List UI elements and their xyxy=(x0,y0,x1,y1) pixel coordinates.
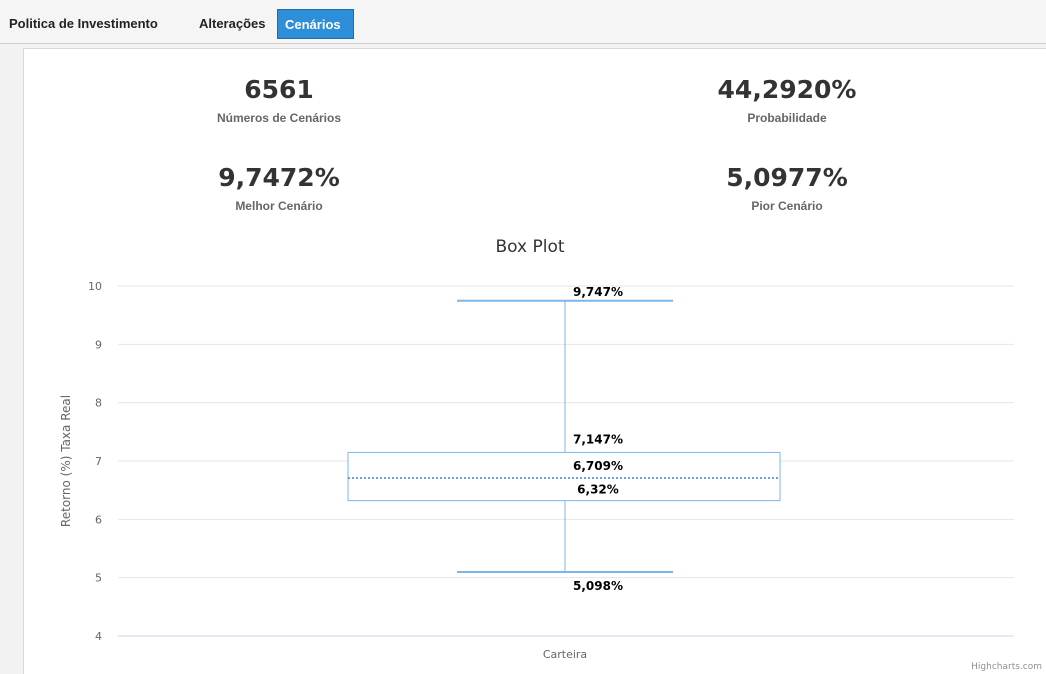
data-label-median: 6,709% xyxy=(573,459,623,473)
y-tick-label: 6 xyxy=(95,513,102,526)
x-tick-label: Carteira xyxy=(543,648,587,661)
data-label-high: 9,747% xyxy=(573,285,623,299)
y-tick-label: 7 xyxy=(95,455,102,468)
data-label-q1: 6,32% xyxy=(577,483,619,497)
y-tick-label: 10 xyxy=(88,280,102,293)
y-tick-label: 9 xyxy=(95,338,102,351)
highcharts-credits[interactable]: Highcharts.com xyxy=(971,662,1042,672)
y-axis-title: Retorno (%) Taxa Real xyxy=(59,395,73,527)
y-tick-label: 4 xyxy=(95,630,102,643)
data-label-low: 5,098% xyxy=(573,579,623,593)
box-plot-chart: Box Plot 4 5 6 7 8 9 10 Retorno (%) Taxa Real Car… xyxy=(59,237,1014,661)
data-label-q3: 7,147% xyxy=(573,432,623,446)
y-tick-label: 8 xyxy=(95,397,102,410)
box-iqr xyxy=(347,451,781,502)
chart-title: Box Plot xyxy=(495,237,564,257)
y-tick-label: 5 xyxy=(95,572,102,585)
